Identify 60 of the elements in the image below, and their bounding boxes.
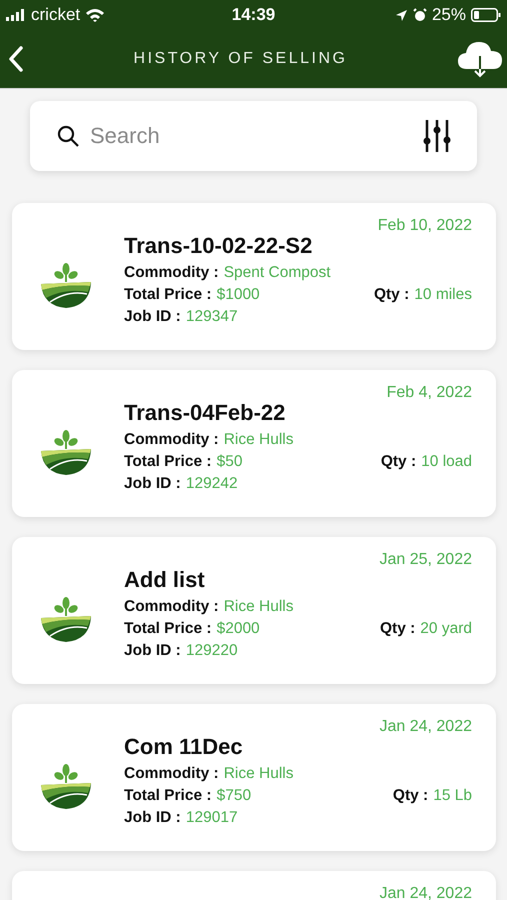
battery-icon: [470, 8, 501, 22]
job-id-value: 129242: [186, 474, 238, 494]
total-price-label: Total Price :: [124, 285, 212, 305]
total-price-label: Total Price :: [124, 786, 212, 806]
commodity-label: Commodity :: [124, 764, 219, 784]
transaction-date: Feb 10, 2022: [376, 217, 472, 235]
commodity-value: Rice Hulls: [224, 430, 294, 450]
transaction-date: Feb 4, 2022: [386, 384, 472, 402]
back-button[interactable]: [8, 45, 24, 73]
status-time: 14:39: [232, 5, 276, 25]
transaction-date: Jan 25, 2022: [378, 551, 472, 569]
total-price-value: $1000: [216, 285, 260, 305]
carrier-name: cricket: [31, 5, 80, 25]
transaction-title: Trans-10-02-22-S2: [124, 233, 314, 259]
cloud-download-button[interactable]: [456, 39, 503, 79]
job-id-label: Job ID :: [124, 641, 181, 661]
transaction-title: Trans-04Feb-22: [124, 400, 286, 426]
quantity-label: Qty :: [380, 452, 416, 472]
transaction-card[interactable]: Feb 4, 2022 Trans-04Feb-22 Commodity : Rice Hulls Total Price : $50 Qty : 10 load Job ID : 129242: [12, 370, 496, 517]
transaction-card[interactable]: Feb 10, 2022 Trans-10-02-22-S2 Commodity : Spent Compost Total Price : $1000 Qty : 10 miles Job ID : 129347: [12, 203, 496, 350]
quantity-value: 10 load: [421, 452, 472, 472]
search-icon: [56, 124, 80, 148]
filter-sliders-icon[interactable]: [423, 120, 451, 152]
transaction-title: Com 11Dec: [124, 734, 244, 760]
job-id-value: 129347: [186, 307, 238, 327]
quantity-label: Qty :: [374, 285, 410, 305]
search-field[interactable]: Search: [88, 122, 415, 150]
job-id-label: Job ID :: [124, 474, 181, 494]
commodity-value: Rice Hulls: [224, 597, 294, 617]
job-id-value: 129017: [186, 808, 238, 828]
transaction-date: Jan 24, 2022: [378, 718, 472, 736]
signal-icon: [6, 9, 26, 21]
total-price-value: $750: [216, 786, 252, 806]
commodity-label: Commodity :: [124, 597, 219, 617]
job-id-label: Job ID :: [124, 808, 181, 828]
quantity-value: 20 yard: [420, 619, 472, 639]
commodity-value: Spent Compost: [224, 263, 331, 283]
wifi-icon: [85, 8, 106, 22]
transaction-date: Jan 24, 2022: [378, 885, 472, 900]
commodity-label: Commodity :: [124, 263, 219, 283]
transaction-card[interactable]: Jan 25, 2022 Add list Commodity : Rice Hulls Total Price : $2000 Qty : 20 yard Job ID : 129220: [12, 537, 496, 684]
battery-percent: 25%: [432, 5, 466, 25]
transaction-title: Add list: [124, 567, 206, 593]
location-arrow-icon: [394, 8, 408, 22]
quantity-value: 10 miles: [414, 285, 472, 305]
alarm-icon: [412, 8, 427, 22]
total-price-label: Total Price :: [124, 619, 212, 639]
transaction-card[interactable]: Jan 24, 2022 Com 11Dec Commodity : Rice Hulls Total Price : $750 Qty : 15 Lb Job ID : 129017: [12, 704, 496, 851]
quantity-value: 15 Lb: [433, 786, 472, 806]
quantity-label: Qty :: [380, 619, 416, 639]
search-bar[interactable]: Search: [30, 101, 477, 171]
commodity-label: Commodity :: [124, 430, 219, 450]
total-price-value: $50: [216, 452, 242, 472]
quantity-label: Qty :: [392, 786, 428, 806]
total-price-label: Total Price :: [124, 452, 212, 472]
commodity-value: Rice Hulls: [224, 764, 294, 784]
job-id-value: 129220: [186, 641, 238, 661]
page-title: HISTORY OF SELLING: [134, 50, 348, 68]
total-price-value: $2000: [216, 619, 260, 639]
job-id-label: Job ID :: [124, 307, 181, 327]
